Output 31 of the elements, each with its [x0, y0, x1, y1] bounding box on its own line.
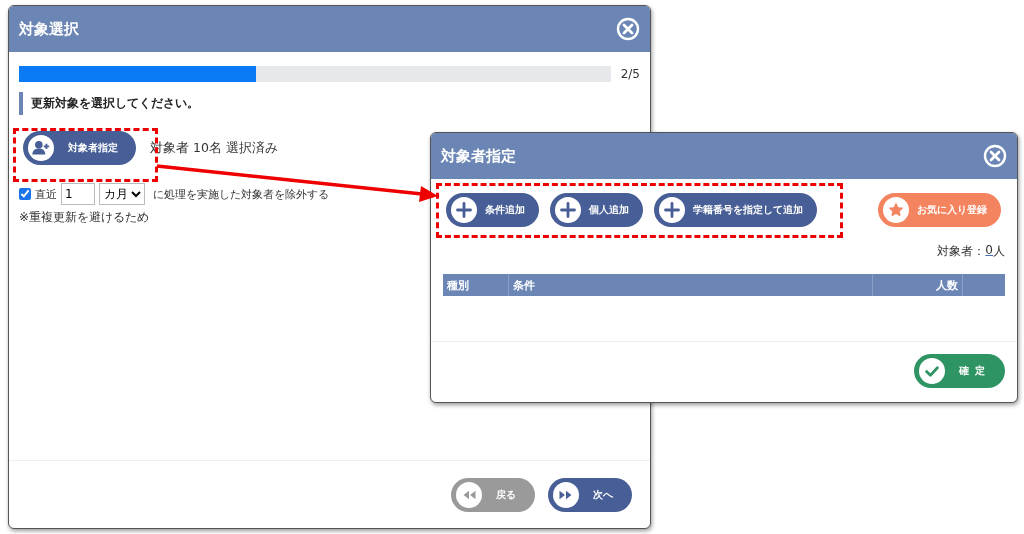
add-button[interactable]: 個人追加: [550, 193, 643, 227]
user-add-icon: [28, 135, 54, 161]
exclude-checkbox[interactable]: [19, 188, 31, 200]
close-icon[interactable]: [616, 17, 640, 41]
progress-label: 2/5: [620, 67, 640, 81]
close-icon[interactable]: [983, 144, 1007, 168]
column-header: 種別: [443, 274, 509, 296]
next-button[interactable]: 次へ: [548, 478, 632, 512]
fast-forward-icon: [553, 482, 579, 508]
column-header: 条件: [509, 274, 873, 296]
column-header: 人数: [873, 274, 963, 296]
target-button[interactable]: 対象者指定: [23, 131, 136, 165]
plus-icon: [659, 197, 685, 223]
note-text: ※重複更新を避けるため: [19, 209, 150, 226]
dialog-title: 対象者指定: [441, 146, 516, 166]
count-label: 対象者：: [937, 243, 986, 260]
add-button[interactable]: 学籍番号を指定して追加: [654, 193, 817, 227]
months-field[interactable]: 1: [61, 183, 95, 205]
plus-icon: [555, 197, 581, 223]
check-icon: [919, 358, 945, 384]
plus-icon: [451, 197, 477, 223]
instruction-text: 更新対象を選択してください。: [19, 92, 640, 115]
dialog-title: 対象選択: [19, 19, 79, 39]
confirm-button[interactable]: 確定: [914, 354, 1005, 388]
option-label: 直近: [35, 186, 57, 202]
rewind-icon: [456, 482, 482, 508]
unit-select[interactable]: カ月: [99, 183, 145, 205]
add-button[interactable]: 条件追加: [446, 193, 539, 227]
count-link[interactable]: 0: [985, 243, 993, 260]
count-unit: 人: [993, 243, 1005, 260]
option-label: に処理を実施した対象者を除外する: [153, 186, 329, 202]
